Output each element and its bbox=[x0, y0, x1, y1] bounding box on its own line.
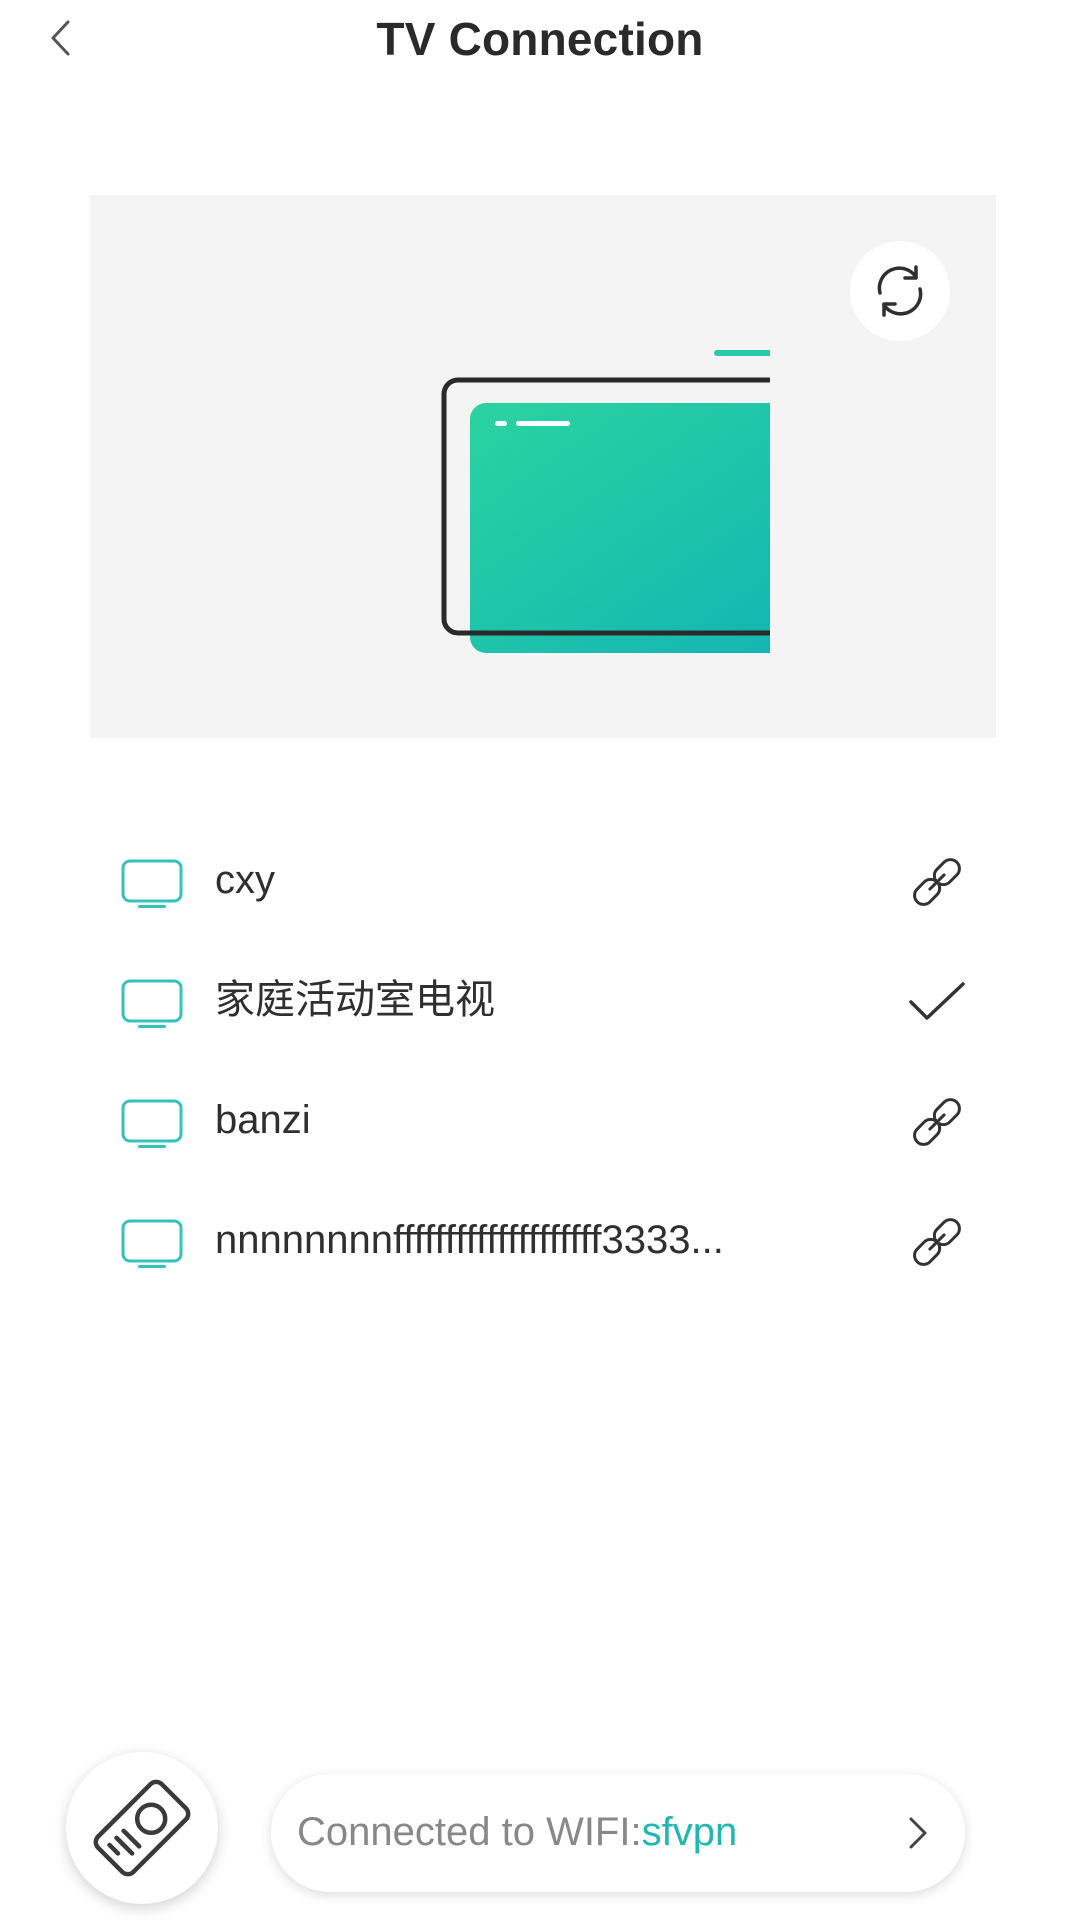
remote-control-icon bbox=[93, 1779, 191, 1877]
tv-icon bbox=[121, 859, 183, 908]
tv-icon bbox=[121, 1219, 183, 1268]
wifi-label: Connected to WIFI: bbox=[297, 1810, 642, 1854]
device-name: banzi bbox=[215, 1098, 311, 1142]
tv-icon bbox=[121, 1099, 183, 1148]
link-icon bbox=[913, 1098, 961, 1146]
tv-connection-screen: TV Connection cxy 家庭活动室电视 banzi nnnnnnnn… bbox=[0, 0, 1080, 1920]
device-name: 家庭活动室电视 bbox=[215, 978, 495, 1022]
connect-button[interactable] bbox=[905, 850, 969, 914]
device-name: cxy bbox=[215, 858, 275, 902]
device-row[interactable]: 家庭活动室电视 bbox=[0, 950, 1080, 1050]
wifi-status-bar[interactable]: Connected to WIFI:sfvpn bbox=[271, 1774, 965, 1892]
refresh-icon bbox=[877, 265, 923, 317]
chevron-right-icon bbox=[909, 1817, 927, 1849]
link-icon bbox=[913, 858, 961, 906]
wifi-status-text: Connected to WIFI:sfvpn bbox=[297, 1807, 737, 1857]
device-row[interactable]: cxy bbox=[0, 830, 1080, 930]
accent-bar bbox=[714, 350, 770, 356]
device-row[interactable]: banzi bbox=[0, 1070, 1080, 1170]
wifi-chevron bbox=[895, 1810, 941, 1856]
link-icon bbox=[913, 1218, 961, 1266]
wifi-network-name: sfvpn bbox=[641, 1810, 738, 1854]
preview-panel bbox=[90, 195, 996, 738]
check-icon bbox=[909, 982, 965, 1020]
tv-icon bbox=[121, 979, 183, 1028]
connected-indicator[interactable] bbox=[905, 970, 969, 1034]
device-row[interactable]: nnnnnnnnffffffffffffffffffff3333... bbox=[0, 1190, 1080, 1290]
tv-illustration bbox=[441, 350, 770, 653]
connect-button[interactable] bbox=[905, 1210, 969, 1274]
header: TV Connection bbox=[0, 0, 1080, 86]
remote-control-button[interactable] bbox=[66, 1752, 218, 1904]
device-name: nnnnnnnnffffffffffffffffffff3333... bbox=[215, 1218, 724, 1262]
page-title: TV Connection bbox=[376, 13, 704, 65]
tv-screen-fill bbox=[470, 403, 770, 653]
refresh-button[interactable] bbox=[850, 241, 950, 341]
connect-button[interactable] bbox=[905, 1090, 969, 1154]
